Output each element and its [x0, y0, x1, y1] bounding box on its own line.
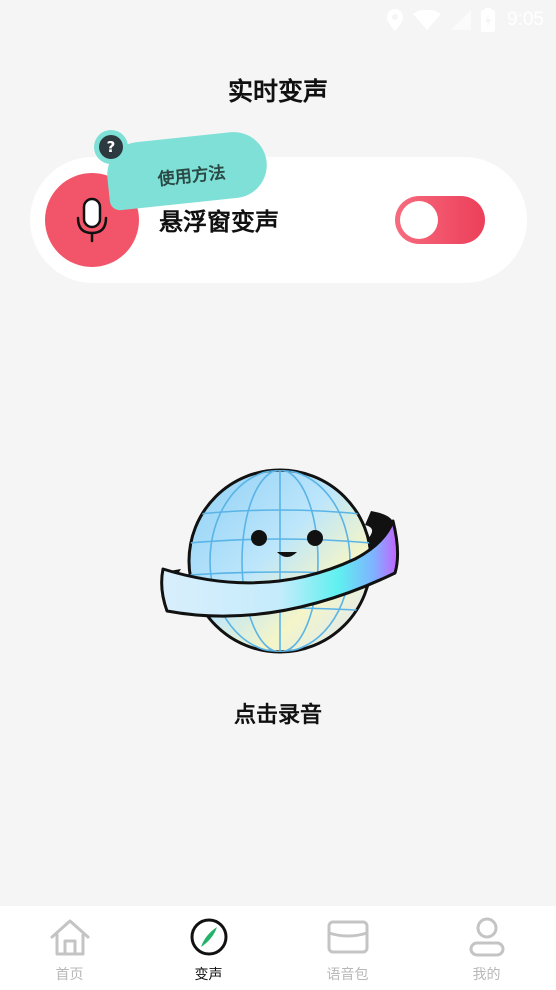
compass-icon — [187, 916, 231, 958]
wifi-icon — [413, 10, 442, 30]
float-window-toggle[interactable] — [395, 196, 485, 244]
microphone-icon — [76, 197, 108, 243]
status-icons: 9:05 — [387, 6, 544, 34]
tab-voice-change-label: 变声 — [194, 967, 223, 983]
tab-home[interactable]: 首页 — [0, 906, 139, 990]
float-window-label: 悬浮窗变声 — [159, 208, 279, 236]
tab-profile[interactable]: 我的 — [417, 906, 556, 990]
tab-voice-pack-label: 语音包 — [326, 967, 369, 983]
status-bar: 9:05 — [0, 0, 556, 40]
home-icon — [48, 916, 92, 958]
page-title: 实时变声 — [227, 77, 328, 106]
bottom-tab-bar: 首页 变声 语音包 我的 — [0, 906, 556, 990]
record-label[interactable]: 点击录音 — [0, 697, 556, 729]
tab-voice-change[interactable]: 变声 — [139, 906, 278, 990]
signal-icon — [451, 10, 472, 30]
tab-profile-label: 我的 — [472, 967, 501, 983]
user-icon — [465, 916, 509, 958]
question-icon[interactable]: ? — [94, 130, 128, 164]
status-time: 9:05 — [507, 9, 544, 30]
folder-icon — [326, 916, 370, 958]
usage-tip-label: 使用方法 — [156, 162, 227, 190]
float-window-card: 悬浮窗变声 — [30, 157, 527, 283]
tab-voice-pack[interactable]: 语音包 — [278, 906, 417, 990]
battery-charging-icon — [481, 8, 496, 32]
toggle-knob — [400, 201, 438, 239]
tab-home-label: 首页 — [55, 967, 84, 983]
planet-mascot — [160, 468, 400, 654]
help-glyph: ? — [99, 135, 123, 159]
location-icon — [387, 9, 404, 31]
record-planet-button[interactable] — [155, 465, 403, 665]
